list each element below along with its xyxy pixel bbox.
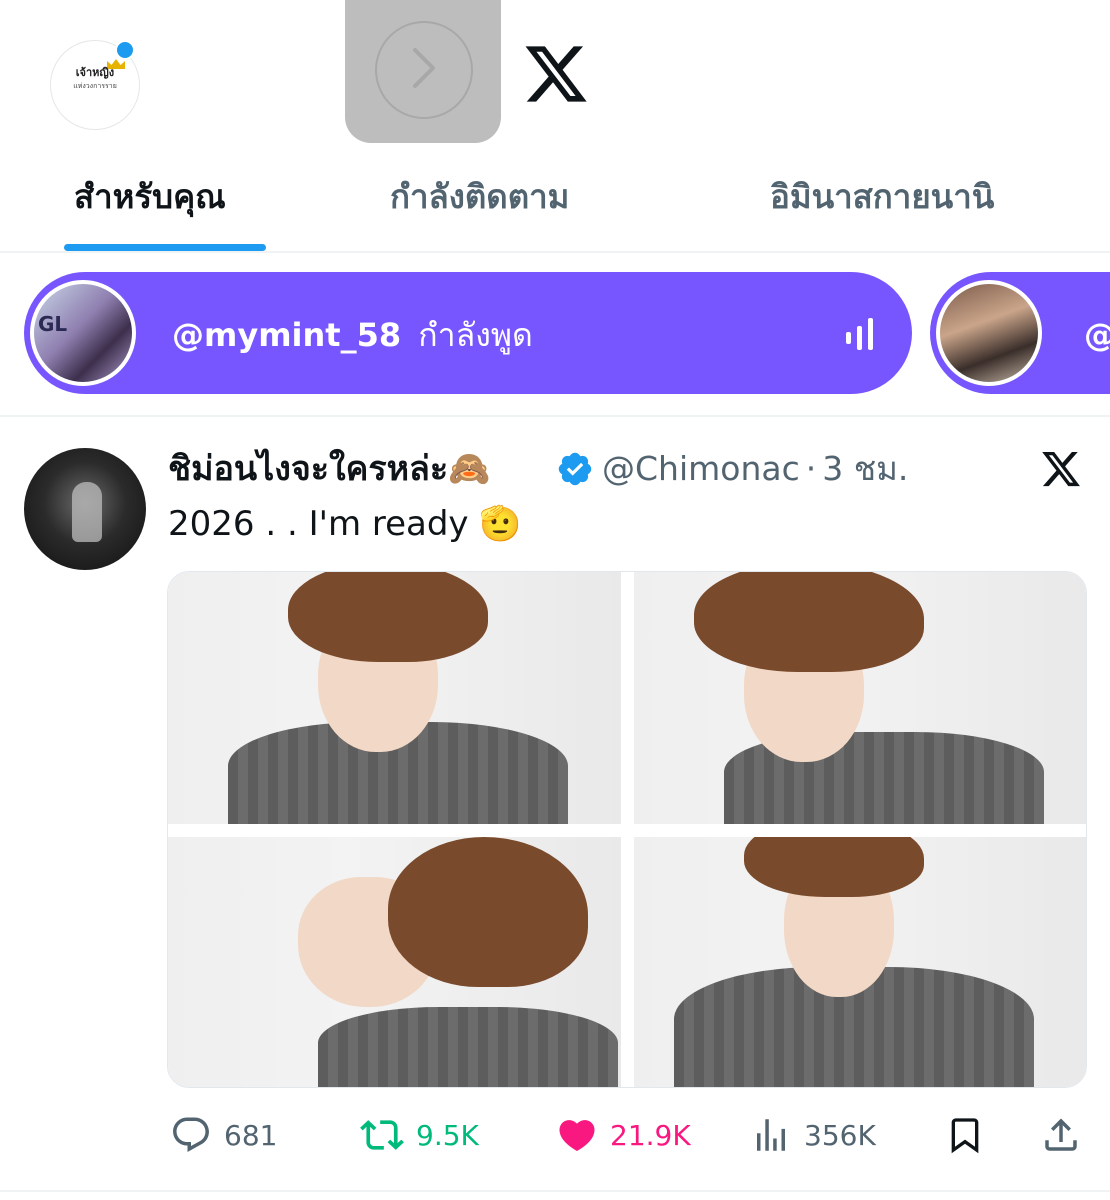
space-host-avatar-2	[936, 280, 1042, 386]
views-count: 356K	[804, 1118, 876, 1152]
tweet-photo-4[interactable]	[634, 837, 1086, 1087]
tweet-photo-2[interactable]	[634, 572, 1086, 824]
repost-icon	[360, 1120, 404, 1150]
tab-divider	[0, 251, 1110, 253]
like-button[interactable]: 21.9K	[556, 1112, 691, 1158]
tab-custom-feed[interactable]: อิมินาสกายนานิ	[770, 172, 994, 222]
tweet-time: 3 ชม.	[822, 449, 909, 488]
avatar-logo-text: เจ้าหญิง	[75, 66, 115, 79]
tweet-author-handle[interactable]: @Chimonac	[602, 449, 800, 488]
chevron-right-icon	[413, 48, 435, 88]
repost-count: 9.5K	[416, 1118, 479, 1152]
space-label: @mymint_58 กำลังพูด	[172, 310, 533, 360]
audio-bars-icon	[846, 318, 873, 350]
tweet-author-name[interactable]: ชิม่อนไงจะใครหล่ะ🙈	[168, 444, 491, 494]
bookmark-icon	[951, 1118, 979, 1154]
reply-icon	[173, 1117, 209, 1152]
tab-following[interactable]: กำลังติดตาม	[390, 172, 569, 222]
like-icon	[559, 1120, 595, 1152]
active-tab-indicator	[64, 244, 266, 251]
tweet-photo-3[interactable]	[168, 837, 621, 1087]
x-logo-icon	[525, 46, 587, 102]
space-host-avatar: GL	[30, 280, 136, 386]
meta-separator: ·	[805, 449, 817, 488]
x-logo-icon	[1042, 451, 1080, 487]
views-button[interactable]: 356K	[750, 1112, 876, 1158]
space-handle: @mymint_58	[172, 316, 402, 354]
space-avatar-text: GL	[38, 312, 68, 336]
tweet-text: 2026 . . I'm ready 🫡	[168, 504, 522, 544]
views-icon	[757, 1119, 785, 1151]
share-button[interactable]	[1040, 1112, 1094, 1158]
bookmark-button[interactable]	[945, 1112, 997, 1158]
floating-next-button[interactable]	[345, 0, 501, 143]
space-status: กำลังพูด	[418, 316, 533, 354]
tweet-author-meta: @Chimonac · 3 ชม.	[602, 444, 908, 494]
repost-button[interactable]: 9.5K	[360, 1112, 479, 1158]
tweet-photo-1[interactable]	[168, 572, 621, 824]
verified-badge-icon	[558, 452, 592, 486]
tweet-author-avatar[interactable]	[24, 448, 146, 570]
reply-button[interactable]: 681	[170, 1112, 277, 1158]
section-divider	[0, 415, 1110, 417]
space-handle-2: @	[1084, 310, 1110, 360]
share-icon	[1045, 1118, 1077, 1151]
tab-for-you[interactable]: สำหรับคุณ	[74, 172, 226, 222]
avatar-logo-subtext: แห่งวงการราย	[73, 82, 117, 90]
like-count: 21.9K	[610, 1118, 691, 1152]
reply-count: 681	[224, 1118, 278, 1152]
avatar-figure	[72, 482, 102, 542]
tweet-divider	[0, 1190, 1110, 1192]
notification-dot	[115, 40, 135, 60]
tweet-photo-grid	[167, 571, 1087, 1088]
